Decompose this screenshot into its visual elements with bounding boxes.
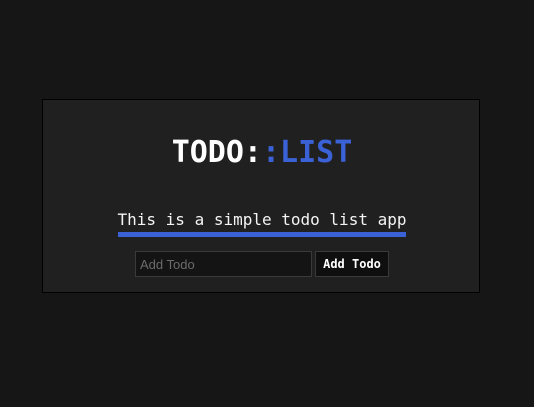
app-title-todo: TODO:	[171, 135, 262, 170]
add-todo-input[interactable]	[135, 251, 312, 277]
app-title-list: :LIST	[262, 135, 353, 170]
add-todo-button[interactable]: Add Todo	[315, 251, 389, 277]
subtitle-container: This is a simple todo list app	[43, 210, 481, 237]
app-title: TODO::LIST	[43, 134, 481, 172]
app-subtitle: This is a simple todo list app	[117, 210, 407, 237]
todo-card: TODO::LIST This is a simple todo list ap…	[42, 99, 480, 293]
